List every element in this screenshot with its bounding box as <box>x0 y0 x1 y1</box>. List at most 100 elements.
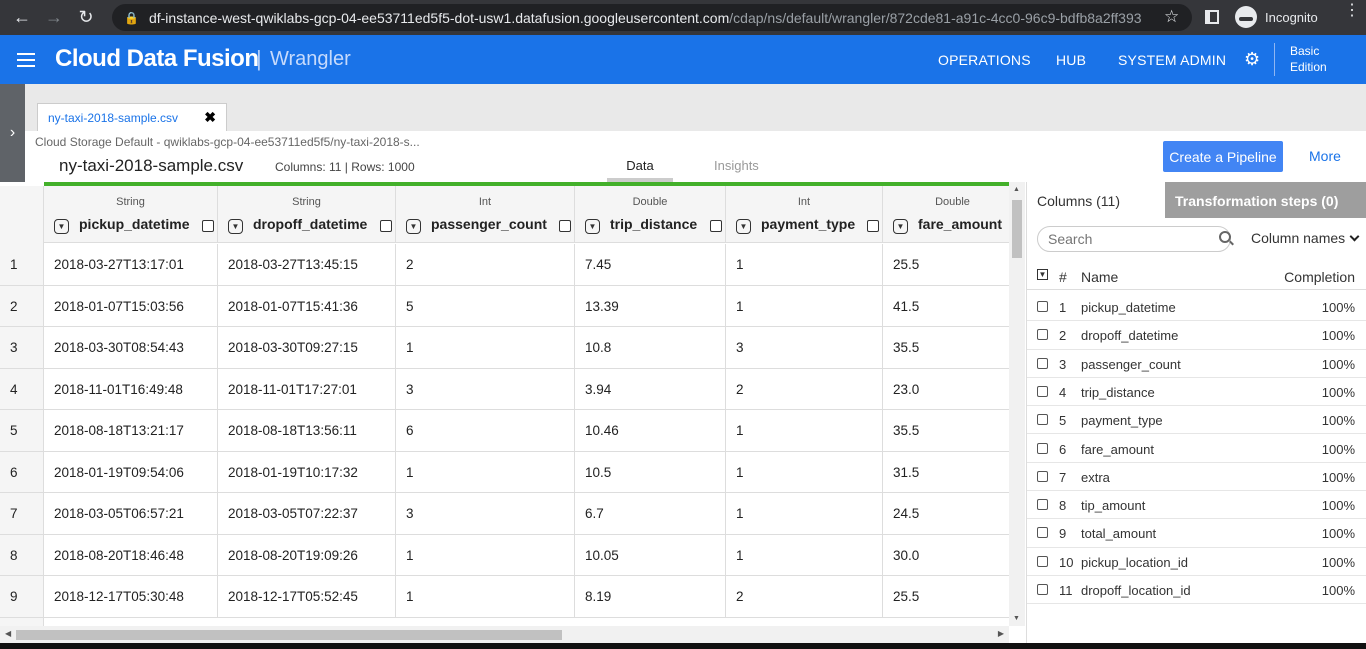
table-cell[interactable]: 2018-08-20T18:46:48 <box>44 534 218 576</box>
table-cell[interactable]: 2018-11-01T17:27:01 <box>218 368 396 410</box>
grid-vertical-scrollbar[interactable]: ▲ ▼ <box>1009 182 1025 626</box>
table-cell[interactable]: 23.0 <box>883 368 1023 410</box>
settings-gears-icon[interactable]: ⚙ <box>1244 49 1260 70</box>
table-cell[interactable]: 1 <box>726 493 883 535</box>
table-cell[interactable]: 2018-08-20T19:09:26 <box>218 534 396 576</box>
column-checkbox[interactable] <box>1037 357 1048 369</box>
table-cell[interactable]: 2018-01-07T15:41:36 <box>218 285 396 327</box>
table-cell[interactable]: 7.45 <box>575 244 726 286</box>
table-cell[interactable]: 8.19 <box>575 576 726 618</box>
table-cell[interactable]: 10.5 <box>575 451 726 493</box>
table-cell[interactable]: 2 <box>726 368 883 410</box>
table-cell[interactable]: 24.5 <box>883 493 1023 535</box>
horizontal-scroll-thumb[interactable] <box>16 630 562 640</box>
vertical-scroll-thumb[interactable] <box>1012 200 1022 258</box>
workspace-tab[interactable]: ny-taxi-2018-sample.csv ✖ <box>37 103 227 131</box>
table-cell[interactable]: 10.8 <box>575 327 726 369</box>
tab-columns[interactable]: Columns (11) <box>1027 182 1165 218</box>
table-cell[interactable]: 1 <box>726 451 883 493</box>
hamburger-menu-icon[interactable] <box>17 53 35 67</box>
list-item[interactable]: 1 pickup_datetime 100% <box>1027 293 1366 322</box>
list-item[interactable]: 2 dropoff_datetime 100% <box>1027 321 1366 350</box>
table-cell[interactable]: 13.39 <box>575 285 726 327</box>
table-cell[interactable]: 2018-03-27T13:17:01 <box>44 244 218 286</box>
column-select-checkbox[interactable] <box>559 220 571 232</box>
table-cell[interactable]: 6 <box>396 410 575 452</box>
table-cell[interactable]: 3 <box>396 368 575 410</box>
column-checkbox[interactable] <box>1037 329 1048 341</box>
incognito-indicator[interactable]: Incognito <box>1235 6 1318 28</box>
column-menu-icon[interactable]: ▼ <box>54 219 69 234</box>
column-select-checkbox[interactable] <box>710 220 722 232</box>
column-search-input[interactable] <box>1037 226 1231 252</box>
bookmark-star-icon[interactable]: ☆ <box>1164 7 1179 27</box>
table-cell[interactable]: 2018-12-17T05:52:45 <box>218 576 396 618</box>
table-cell[interactable]: 1 <box>396 576 575 618</box>
table-cell[interactable]: 25.5 <box>883 244 1023 286</box>
table-cell[interactable]: 6.7 <box>575 493 726 535</box>
list-item[interactable]: 8 tip_amount 100% <box>1027 491 1366 520</box>
column-header-pickup-datetime[interactable]: String ▼ pickup_datetime <box>44 186 218 243</box>
scroll-right-icon[interactable]: ▶ <box>998 629 1004 638</box>
reload-icon[interactable]: ↻ <box>70 0 102 35</box>
column-menu-icon[interactable]: ▼ <box>228 219 243 234</box>
tab-insights[interactable]: Insights <box>714 158 759 173</box>
table-cell[interactable]: 2018-01-07T15:03:56 <box>44 285 218 327</box>
table-cell[interactable]: 5 <box>396 285 575 327</box>
table-cell[interactable]: 2018-03-30T09:27:15 <box>218 327 396 369</box>
table-cell[interactable]: 35.5 <box>883 327 1023 369</box>
table-cell[interactable]: 2018-01-19T10:17:32 <box>218 451 396 493</box>
table-cell[interactable]: 2018-01-19T09:54:06 <box>44 451 218 493</box>
select-all-checkbox[interactable]: ▼ <box>1037 269 1048 280</box>
table-cell[interactable]: 1 <box>726 410 883 452</box>
address-bar[interactable]: 🔒 df-instance-west-qwiklabs-gcp-04-ee537… <box>112 4 1192 31</box>
forward-icon[interactable]: → <box>38 0 70 35</box>
grid-horizontal-scrollbar[interactable]: ◀ ▶ <box>0 626 1009 643</box>
list-item[interactable]: 11 dropoff_location_id 100% <box>1027 576 1366 605</box>
column-select-checkbox[interactable] <box>867 220 879 232</box>
table-cell[interactable]: 3 <box>726 327 883 369</box>
list-item[interactable]: 7 extra 100% <box>1027 463 1366 492</box>
close-tab-icon[interactable]: ✖ <box>204 109 216 126</box>
column-select-checkbox[interactable] <box>202 220 214 232</box>
table-cell[interactable]: 2018-12-17T05:30:48 <box>44 576 218 618</box>
side-panel-icon[interactable] <box>1205 10 1219 24</box>
scroll-up-icon[interactable]: ▲ <box>1013 186 1020 193</box>
column-checkbox[interactable] <box>1037 414 1048 426</box>
more-button[interactable]: More <box>1309 148 1341 164</box>
column-menu-icon[interactable]: ▼ <box>585 219 600 234</box>
expand-sidebar-toggle[interactable]: › <box>0 84 25 182</box>
list-item[interactable]: 10 pickup_location_id 100% <box>1027 548 1366 576</box>
brand-title[interactable]: Cloud Data Fusion <box>55 45 259 73</box>
table-cell[interactable]: 2018-03-05T07:22:37 <box>218 493 396 535</box>
list-item[interactable]: 6 fare_amount 100% <box>1027 435 1366 463</box>
column-checkbox[interactable] <box>1037 584 1048 595</box>
table-cell[interactable]: 1 <box>396 451 575 493</box>
table-cell[interactable]: 2 <box>396 244 575 286</box>
table-cell[interactable]: 3 <box>396 493 575 535</box>
column-header-trip-distance[interactable]: Double ▼ trip_distance <box>575 186 726 243</box>
column-select-checkbox[interactable] <box>380 220 392 232</box>
list-item[interactable]: 3 passenger_count 100% <box>1027 350 1366 378</box>
column-checkbox[interactable] <box>1037 499 1048 511</box>
list-item[interactable]: 4 trip_distance 100% <box>1027 378 1366 407</box>
column-checkbox[interactable] <box>1037 385 1048 397</box>
tab-data[interactable]: Data <box>607 158 673 182</box>
table-cell[interactable]: 1 <box>726 285 883 327</box>
column-checkbox[interactable] <box>1037 470 1048 482</box>
list-item[interactable]: 5 payment_type 100% <box>1027 406 1366 435</box>
table-cell[interactable]: 2018-03-05T06:57:21 <box>44 493 218 535</box>
table-cell[interactable]: 1 <box>396 327 575 369</box>
column-header-fare-amount[interactable]: Double ▼ fare_amount <box>883 186 1023 243</box>
nav-hub[interactable]: HUB <box>1056 52 1086 68</box>
table-cell[interactable]: 2018-11-01T16:49:48 <box>44 368 218 410</box>
back-icon[interactable]: ← <box>6 0 38 35</box>
table-cell[interactable]: 2018-08-18T13:21:17 <box>44 410 218 452</box>
column-checkbox[interactable] <box>1037 301 1048 312</box>
column-header-dropoff-datetime[interactable]: String ▼ dropoff_datetime <box>218 186 396 243</box>
table-cell[interactable]: 2018-03-30T08:54:43 <box>44 327 218 369</box>
table-cell[interactable]: 10.05 <box>575 534 726 576</box>
column-header-passenger-count[interactable]: Int ▼ passenger_count <box>396 186 575 243</box>
table-cell[interactable]: 31.5 <box>883 451 1023 493</box>
table-cell[interactable]: 35.5 <box>883 410 1023 452</box>
